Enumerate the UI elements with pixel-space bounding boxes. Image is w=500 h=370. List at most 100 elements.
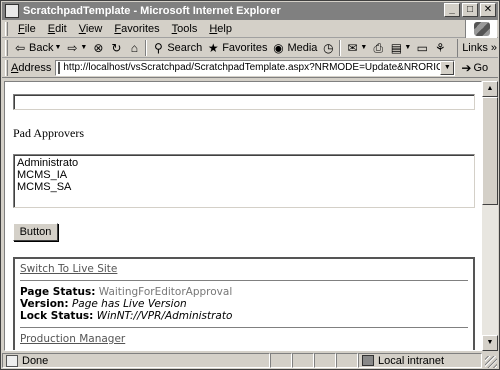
scroll-thumb[interactable] — [482, 97, 498, 205]
toolbar-grip[interactable] — [5, 39, 8, 56]
favorites-icon: ★ — [207, 40, 219, 55]
address-input[interactable]: http://localhost/vsScratchpad/Scratchpad… — [55, 59, 456, 76]
menu-bar: File Edit View Favorites Tools Help — [2, 20, 498, 38]
title-bar[interactable]: ScratchpadTemplate - Microsoft Internet … — [2, 2, 498, 20]
maximize-button[interactable]: □ — [462, 3, 478, 17]
dropdown-arrow-icon: ▼ — [360, 44, 368, 51]
lock-status-key: Lock Status: — [20, 310, 94, 322]
home-button[interactable]: ⌂ — [125, 39, 143, 57]
address-label: Address — [11, 61, 52, 74]
page-icon — [6, 354, 18, 367]
toolbar-separator — [339, 39, 342, 56]
status-pane — [292, 353, 314, 368]
discuss-button[interactable]: ▭ — [413, 39, 431, 57]
back-arrow-icon: ⇦ — [14, 40, 26, 55]
status-pane — [336, 353, 358, 368]
go-button[interactable]: ➔ Go — [461, 61, 488, 75]
search-button[interactable]: ⚲ Search — [149, 39, 204, 57]
search-icon: ⚲ — [153, 40, 163, 55]
list-item[interactable]: MCMS_SA — [17, 181, 471, 193]
forward-arrow-icon: ⇨ — [67, 40, 78, 55]
scroll-up-button[interactable]: ▲ — [482, 81, 498, 97]
pad-approvers-label: Pad Approvers — [13, 126, 84, 140]
security-zone-text: Local intranet — [378, 354, 445, 367]
links-label: Links — [462, 42, 488, 54]
search-label: Search — [167, 41, 203, 54]
menu-view[interactable]: View — [73, 23, 109, 35]
divider — [20, 327, 468, 328]
version-key: Version: — [20, 298, 69, 310]
status-text-pane: Done — [2, 353, 270, 368]
page-status-value: WaitingForEditorApproval — [98, 286, 233, 298]
refresh-button[interactable]: ↻ — [107, 39, 125, 57]
refresh-icon: ↻ — [111, 40, 122, 55]
dropdown-arrow-icon: ▼ — [80, 44, 88, 51]
window-title: ScratchpadTemplate - Microsoft Internet … — [23, 5, 281, 17]
back-button[interactable]: ⇦ Back ▼ — [11, 39, 63, 57]
forward-button[interactable]: ⇨ ▼ — [63, 39, 89, 57]
windows-logo-area — [465, 20, 497, 38]
stop-button[interactable]: ⊗ — [89, 39, 107, 57]
status-pane — [314, 353, 336, 368]
toolbar-grip[interactable] — [5, 21, 8, 36]
page-icon — [58, 61, 61, 74]
minimize-button[interactable]: _ — [444, 3, 460, 17]
resize-grip[interactable] — [485, 356, 497, 368]
favorites-button[interactable]: ★ Favorites — [204, 39, 269, 57]
divider — [20, 280, 468, 281]
messenger-icon: ⚘ — [434, 40, 446, 55]
vertical-scrollbar[interactable]: ▲ ▼ — [482, 81, 498, 351]
links-toolbar[interactable]: Links » — [457, 39, 497, 57]
close-button[interactable]: ✕ — [480, 3, 496, 17]
mail-button[interactable]: ✉ ▼ — [343, 39, 369, 57]
media-label: Media — [287, 41, 318, 54]
page-text-input[interactable] — [13, 94, 475, 110]
approvers-listbox[interactable]: Administrato MCMS_IA MCMS_SA — [13, 154, 475, 208]
browser-window: ScratchpadTemplate - Microsoft Internet … — [0, 0, 500, 370]
mail-icon: ✉ — [347, 40, 358, 55]
history-button[interactable]: ◷ — [319, 39, 337, 57]
menu-favorites[interactable]: Favorites — [108, 23, 165, 35]
status-text: Done — [22, 354, 49, 367]
production-manager-link[interactable]: Production Manager — [20, 333, 125, 345]
menu-file[interactable]: File — [12, 23, 42, 35]
home-icon: ⌂ — [130, 40, 138, 55]
switch-to-live-site-link[interactable]: Switch To Live Site — [20, 263, 117, 275]
address-url[interactable]: http://localhost/vsScratchpad/Scratchpad… — [63, 62, 454, 73]
discuss-icon: ▭ — [416, 40, 428, 55]
print-button[interactable]: ⎙ — [369, 39, 387, 57]
links-chevron-icon[interactable]: » — [491, 42, 497, 54]
scroll-down-button[interactable]: ▼ — [482, 335, 498, 351]
toolbar-separator — [145, 39, 148, 56]
page-status-key: Page Status: — [20, 286, 96, 298]
address-dropdown-icon[interactable]: ▼ — [440, 60, 455, 75]
dropdown-arrow-icon: ▼ — [404, 44, 412, 51]
stop-icon: ⊗ — [93, 40, 104, 55]
lock-status-value: WinNT://VPR/Administrato — [96, 310, 233, 322]
print-icon: ⎙ — [373, 40, 384, 55]
version-value: Page has Live Version — [71, 298, 187, 310]
media-button[interactable]: ◉ Media — [269, 39, 319, 57]
favorites-label: Favorites — [222, 41, 268, 54]
window-controls: _ □ ✕ — [444, 3, 496, 17]
windows-logo-icon — [473, 22, 490, 36]
status-bar: Done Local intranet — [2, 352, 498, 369]
page-content: Pad Approvers Administrato MCMS_IA MCMS_… — [4, 81, 482, 351]
edit-button[interactable]: ▤ ▼ — [387, 39, 413, 57]
edit-icon: ▤ — [390, 40, 403, 55]
go-arrow-icon: ➔ — [461, 60, 472, 75]
menu-tools[interactable]: Tools — [166, 23, 204, 35]
menu-edit[interactable]: Edit — [42, 23, 73, 35]
list-item[interactable]: Administrato — [17, 157, 471, 169]
toolbar-grip[interactable] — [5, 59, 8, 76]
intranet-zone-icon — [362, 355, 374, 366]
back-label: Back — [29, 41, 54, 54]
address-bar: Address http://localhost/vsScratchpad/Sc… — [2, 58, 498, 78]
web-author-console: Switch To Live Site Page Status: Waiting… — [13, 257, 475, 350]
ie-page-icon — [5, 4, 19, 18]
list-item[interactable]: MCMS_IA — [17, 169, 471, 181]
media-icon: ◉ — [273, 40, 284, 55]
form-button[interactable]: Button — [13, 223, 58, 241]
messenger-button[interactable]: ⚘ — [431, 39, 449, 57]
menu-help[interactable]: Help — [203, 23, 238, 35]
